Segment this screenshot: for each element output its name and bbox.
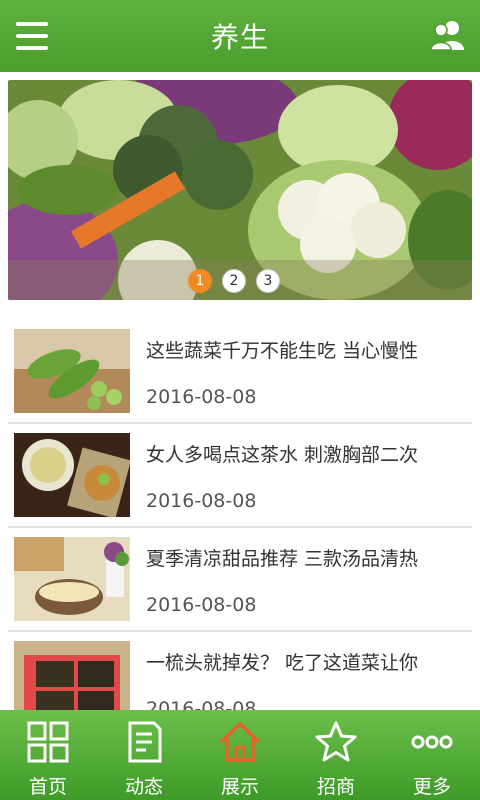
article-thumbnail — [14, 329, 130, 413]
banner-vegetables-image — [8, 80, 472, 300]
tab-news[interactable]: 动态 — [96, 710, 192, 800]
article-title: 一梳头就掉发？ 吃了这道菜让你 — [146, 652, 419, 674]
tab-label: 更多 — [412, 776, 451, 798]
article-date: 2016-08-08 — [146, 594, 257, 616]
article-title: 夏季清凉甜品推荐 三款汤品清热 — [146, 548, 419, 570]
home-icon — [219, 722, 261, 762]
tab-more[interactable]: 更多 — [384, 710, 480, 800]
article-thumbnail — [14, 537, 130, 621]
tab-label: 展示 — [220, 776, 259, 798]
article-date: 2016-08-08 — [146, 386, 257, 408]
more-dots-icon — [411, 735, 453, 749]
article-date: 2016-08-08 — [146, 490, 257, 512]
tab-showcase[interactable]: 展示 — [192, 710, 288, 800]
page-title: 养生 — [210, 21, 269, 54]
page-dot-1[interactable]: 1 — [188, 269, 212, 293]
menu-icon[interactable] — [16, 22, 48, 50]
top-header: 养生 — [0, 0, 480, 72]
tab-label: 动态 — [124, 776, 163, 798]
list-item[interactable]: 这些蔬菜千万不能生吃 当心慢性 2016-08-08 — [8, 320, 472, 424]
list-item[interactable]: 夏季清凉甜品推荐 三款汤品清热 2016-08-08 — [8, 528, 472, 632]
star-icon — [315, 721, 357, 762]
tab-home[interactable]: 首页 — [0, 710, 96, 800]
list-item[interactable]: 女人多喝点这茶水 刺激胸部二次 2016-08-08 — [8, 424, 472, 528]
grid-icon — [27, 721, 69, 763]
page-dot-3[interactable]: 3 — [256, 269, 280, 293]
article-list: 这些蔬菜千万不能生吃 当心慢性 2016-08-08 女人多喝点这茶水 刺激胸部… — [8, 320, 472, 736]
tab-label: 招商 — [316, 776, 355, 798]
article-title: 女人多喝点这茶水 刺激胸部二次 — [146, 444, 419, 466]
carousel-pagination: 1 2 3 — [188, 269, 280, 293]
bottom-tab-bar: 首页 动态 展示 招商 更多 — [0, 710, 480, 800]
article-title: 这些蔬菜千万不能生吃 当心慢性 — [146, 340, 419, 362]
page-dot-2[interactable]: 2 — [222, 269, 246, 293]
app-screen: 养生 1 2 3 这些蔬菜千万不能生吃 当心慢性 2016-08-08 女人多喝… — [0, 0, 480, 800]
article-thumbnail — [14, 433, 130, 517]
tab-label: 首页 — [28, 776, 67, 798]
tab-business[interactable]: 招商 — [288, 710, 384, 800]
document-icon — [128, 721, 162, 763]
users-icon[interactable] — [430, 18, 466, 52]
banner-carousel[interactable]: 1 2 3 — [8, 80, 472, 300]
